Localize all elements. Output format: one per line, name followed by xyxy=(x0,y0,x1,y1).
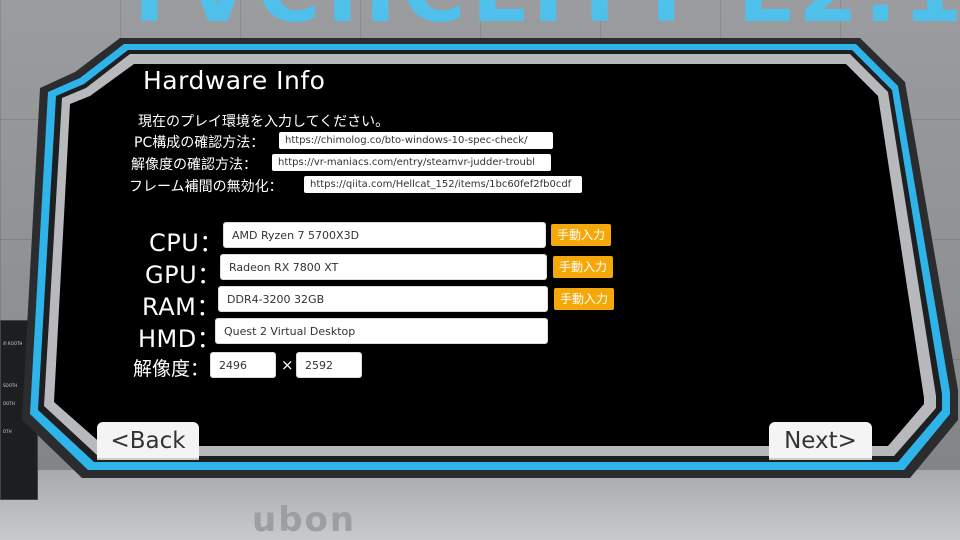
pc-config-link-url[interactable]: https://chimolog.co/bto-windows-10-spec-… xyxy=(279,132,553,149)
cpu-input[interactable]: AMD Ryzen 7 5700X3D xyxy=(223,222,546,248)
resolution-width-input[interactable]: 2496 xyxy=(210,352,276,378)
cpu-label: CPU： xyxy=(149,229,224,257)
resolution-times-sign: × xyxy=(281,356,294,374)
resolution-height-input[interactable]: 2592 xyxy=(296,352,362,378)
frame-interp-link-label: フレーム補間の無効化： xyxy=(129,179,283,195)
gpu-manual-input-button[interactable]: 手動入力 xyxy=(553,256,614,278)
vr-scene: TVCIICLITT L2.10p ubon ifi ROOTH SOOTH O… xyxy=(0,0,960,540)
frame-interp-link-url[interactable]: https://qiita.com/Hellcat_152/items/1bc6… xyxy=(304,176,582,193)
gpu-label: GPU： xyxy=(145,261,222,289)
ram-input[interactable]: DDR4-3200 32GB xyxy=(218,286,548,312)
pc-config-link-label: PC構成の確認方法： xyxy=(134,135,265,151)
gpu-input[interactable]: Radeon RX 7800 XT xyxy=(220,254,547,280)
next-button[interactable]: Next> xyxy=(769,422,872,460)
intro-text: 現在のプレイ環境を入力してください。 xyxy=(138,114,390,130)
panel-title: Hardware Info xyxy=(143,66,326,95)
cpu-manual-input-button[interactable]: 手動入力 xyxy=(551,224,612,246)
resolution-link-label: 解像度の確認方法： xyxy=(131,157,257,173)
resolution-label: 解像度： xyxy=(133,358,210,380)
hmd-label: HMD： xyxy=(138,325,222,353)
back-button[interactable]: <Back xyxy=(97,422,199,460)
resolution-link-url[interactable]: https://vr-maniacs.com/entry/steamvr-jud… xyxy=(272,154,551,171)
hmd-input[interactable]: Quest 2 Virtual Desktop xyxy=(215,318,548,344)
ram-manual-input-button[interactable]: 手動入力 xyxy=(554,288,615,310)
ram-label: RAM： xyxy=(142,293,221,321)
